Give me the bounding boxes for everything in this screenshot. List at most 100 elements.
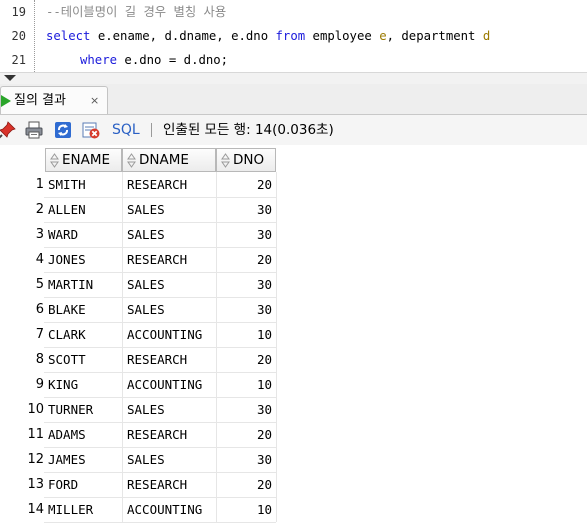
code-text[interactable]: select e.ename, d.dname, e.dno from empl…	[46, 24, 490, 48]
cell-dno[interactable]: 30	[220, 447, 272, 472]
table-row[interactable]: 5 MARTIN SALES 30	[0, 272, 276, 297]
row-divider	[44, 297, 276, 298]
cell-dno[interactable]: 20	[220, 422, 272, 447]
table-row[interactable]: 11 ADAMS RESEARCH 20	[0, 422, 276, 447]
cell-dname[interactable]: ACCOUNTING	[127, 322, 202, 347]
row-number: 8	[35, 352, 44, 367]
cell-dname[interactable]: SALES	[127, 447, 165, 472]
refresh-icon[interactable]	[54, 121, 72, 139]
cell-dno[interactable]: 30	[220, 397, 272, 422]
column-label: DNO	[233, 152, 265, 168]
cell-dname[interactable]: SALES	[127, 397, 165, 422]
table-row[interactable]: 8 SCOTT RESEARCH 20	[0, 347, 276, 372]
cell-dname[interactable]: RESEARCH	[127, 472, 187, 497]
code-text[interactable]: where e.dno = d.dno;	[80, 48, 228, 72]
column-header-ename[interactable]: ENAME	[45, 148, 122, 172]
column-label: ENAME	[62, 152, 111, 168]
sort-icon[interactable]	[221, 153, 230, 168]
code-text[interactable]: --테이블명이 길 경우 별칭 사용	[46, 0, 226, 24]
result-toolbar: SQL 인출된 모든 행: 14(0.036초)	[0, 115, 587, 145]
row-divider	[44, 522, 276, 523]
result-grid[interactable]: ENAME DNAME DNO 1 SMITH RESEARCH 20 2 AL…	[0, 146, 587, 525]
cell-ename[interactable]: WARD	[48, 222, 78, 247]
cell-dname[interactable]: SALES	[127, 272, 165, 297]
cell-ename[interactable]: JONES	[48, 247, 86, 272]
cell-dno[interactable]: 20	[220, 472, 272, 497]
cell-dname[interactable]: ACCOUNTING	[127, 497, 202, 522]
cell-ename[interactable]: FORD	[48, 472, 78, 497]
table-row[interactable]: 14 MILLER ACCOUNTING 10	[0, 497, 276, 522]
table-row[interactable]: 4 JONES RESEARCH 20	[0, 247, 276, 272]
cell-dno[interactable]: 10	[220, 372, 272, 397]
collapse-arrow-icon[interactable]	[4, 75, 16, 81]
toolbar-divider	[151, 123, 152, 137]
table-row[interactable]: 10 TURNER SALES 30	[0, 397, 276, 422]
row-number: 9	[35, 377, 44, 392]
cell-ename[interactable]: SMITH	[48, 172, 86, 197]
table-department: , department	[386, 29, 483, 43]
cell-dno[interactable]: 20	[220, 172, 272, 197]
cell-dno[interactable]: 30	[220, 272, 272, 297]
row-divider	[44, 447, 276, 448]
table-row[interactable]: 7 CLARK ACCOUNTING 10	[0, 322, 276, 347]
column-header-dname[interactable]: DNAME	[122, 148, 216, 172]
pin-icon[interactable]	[0, 121, 16, 139]
table-row[interactable]: 6 BLAKE SALES 30	[0, 297, 276, 322]
cell-ename[interactable]: BLAKE	[48, 297, 86, 322]
table-row[interactable]: 13 FORD RESEARCH 20	[0, 472, 276, 497]
table-row[interactable]: 2 ALLEN SALES 30	[0, 197, 276, 222]
row-divider	[44, 372, 276, 373]
sort-icon[interactable]	[50, 153, 59, 168]
cell-ename[interactable]: ADAMS	[48, 422, 86, 447]
cell-ename[interactable]: MARTIN	[48, 272, 93, 297]
code-line-20[interactable]: 20 select e.ename, d.dname, e.dno from e…	[0, 24, 587, 48]
print-icon[interactable]	[25, 121, 43, 139]
row-number: 2	[35, 202, 44, 217]
cell-ename[interactable]: MILLER	[48, 497, 93, 522]
cell-dname[interactable]: SALES	[127, 222, 165, 247]
table-row[interactable]: 12 JAMES SALES 30	[0, 447, 276, 472]
cell-ename[interactable]: KING	[48, 372, 78, 397]
cell-dno[interactable]: 20	[220, 247, 272, 272]
sql-button[interactable]: SQL	[112, 115, 140, 145]
cell-dno[interactable]: 30	[220, 197, 272, 222]
cell-dname[interactable]: ACCOUNTING	[127, 372, 202, 397]
row-number: 12	[27, 452, 44, 467]
table-row[interactable]: 1 SMITH RESEARCH 20	[0, 172, 276, 197]
column-header-dno[interactable]: DNO	[216, 148, 276, 172]
cell-ename[interactable]: CLARK	[48, 322, 86, 347]
cell-dname[interactable]: RESEARCH	[127, 347, 187, 372]
cell-ename[interactable]: TURNER	[48, 397, 93, 422]
cell-dname[interactable]: SALES	[127, 197, 165, 222]
keyword-where: where	[80, 53, 118, 67]
cell-dname[interactable]: RESEARCH	[127, 247, 187, 272]
cell-dno[interactable]: 10	[220, 322, 272, 347]
column-label: DNAME	[139, 152, 189, 168]
alias-e: e	[379, 29, 387, 43]
cell-dno[interactable]: 10	[220, 497, 272, 522]
cell-ename[interactable]: JAMES	[48, 447, 86, 472]
cell-dname[interactable]: RESEARCH	[127, 422, 187, 447]
cell-ename[interactable]: SCOTT	[48, 347, 86, 372]
cancel-query-icon[interactable]	[82, 121, 100, 139]
cell-dname[interactable]: RESEARCH	[127, 172, 187, 197]
sql-comment: --테이블명이 길 경우 별칭 사용	[46, 5, 227, 19]
tab-query-result[interactable]: 질의 결과 ×	[0, 86, 108, 114]
cell-dno[interactable]: 30	[220, 297, 272, 322]
code-line-19[interactable]: 19 --테이블명이 길 경우 별칭 사용	[0, 0, 587, 24]
cell-dno[interactable]: 30	[220, 222, 272, 247]
row-divider	[44, 322, 276, 323]
sort-icon[interactable]	[127, 153, 136, 168]
cell-dname[interactable]: SALES	[127, 297, 165, 322]
row-number: 11	[27, 427, 44, 442]
code-line-21[interactable]: 21 where e.dno = d.dno;	[0, 48, 587, 72]
table-row[interactable]: 3 WARD SALES 30	[0, 222, 276, 247]
table-row[interactable]: 9 KING ACCOUNTING 10	[0, 372, 276, 397]
cell-ename[interactable]: ALLEN	[48, 197, 86, 222]
line-number: 20	[11, 29, 26, 43]
cell-dno[interactable]: 20	[220, 347, 272, 372]
row-number: 14	[27, 502, 44, 517]
close-icon[interactable]: ×	[90, 87, 99, 114]
sql-editor[interactable]: 19 --테이블명이 길 경우 별칭 사용 20 select e.ename,…	[0, 0, 587, 72]
row-divider	[44, 397, 276, 398]
